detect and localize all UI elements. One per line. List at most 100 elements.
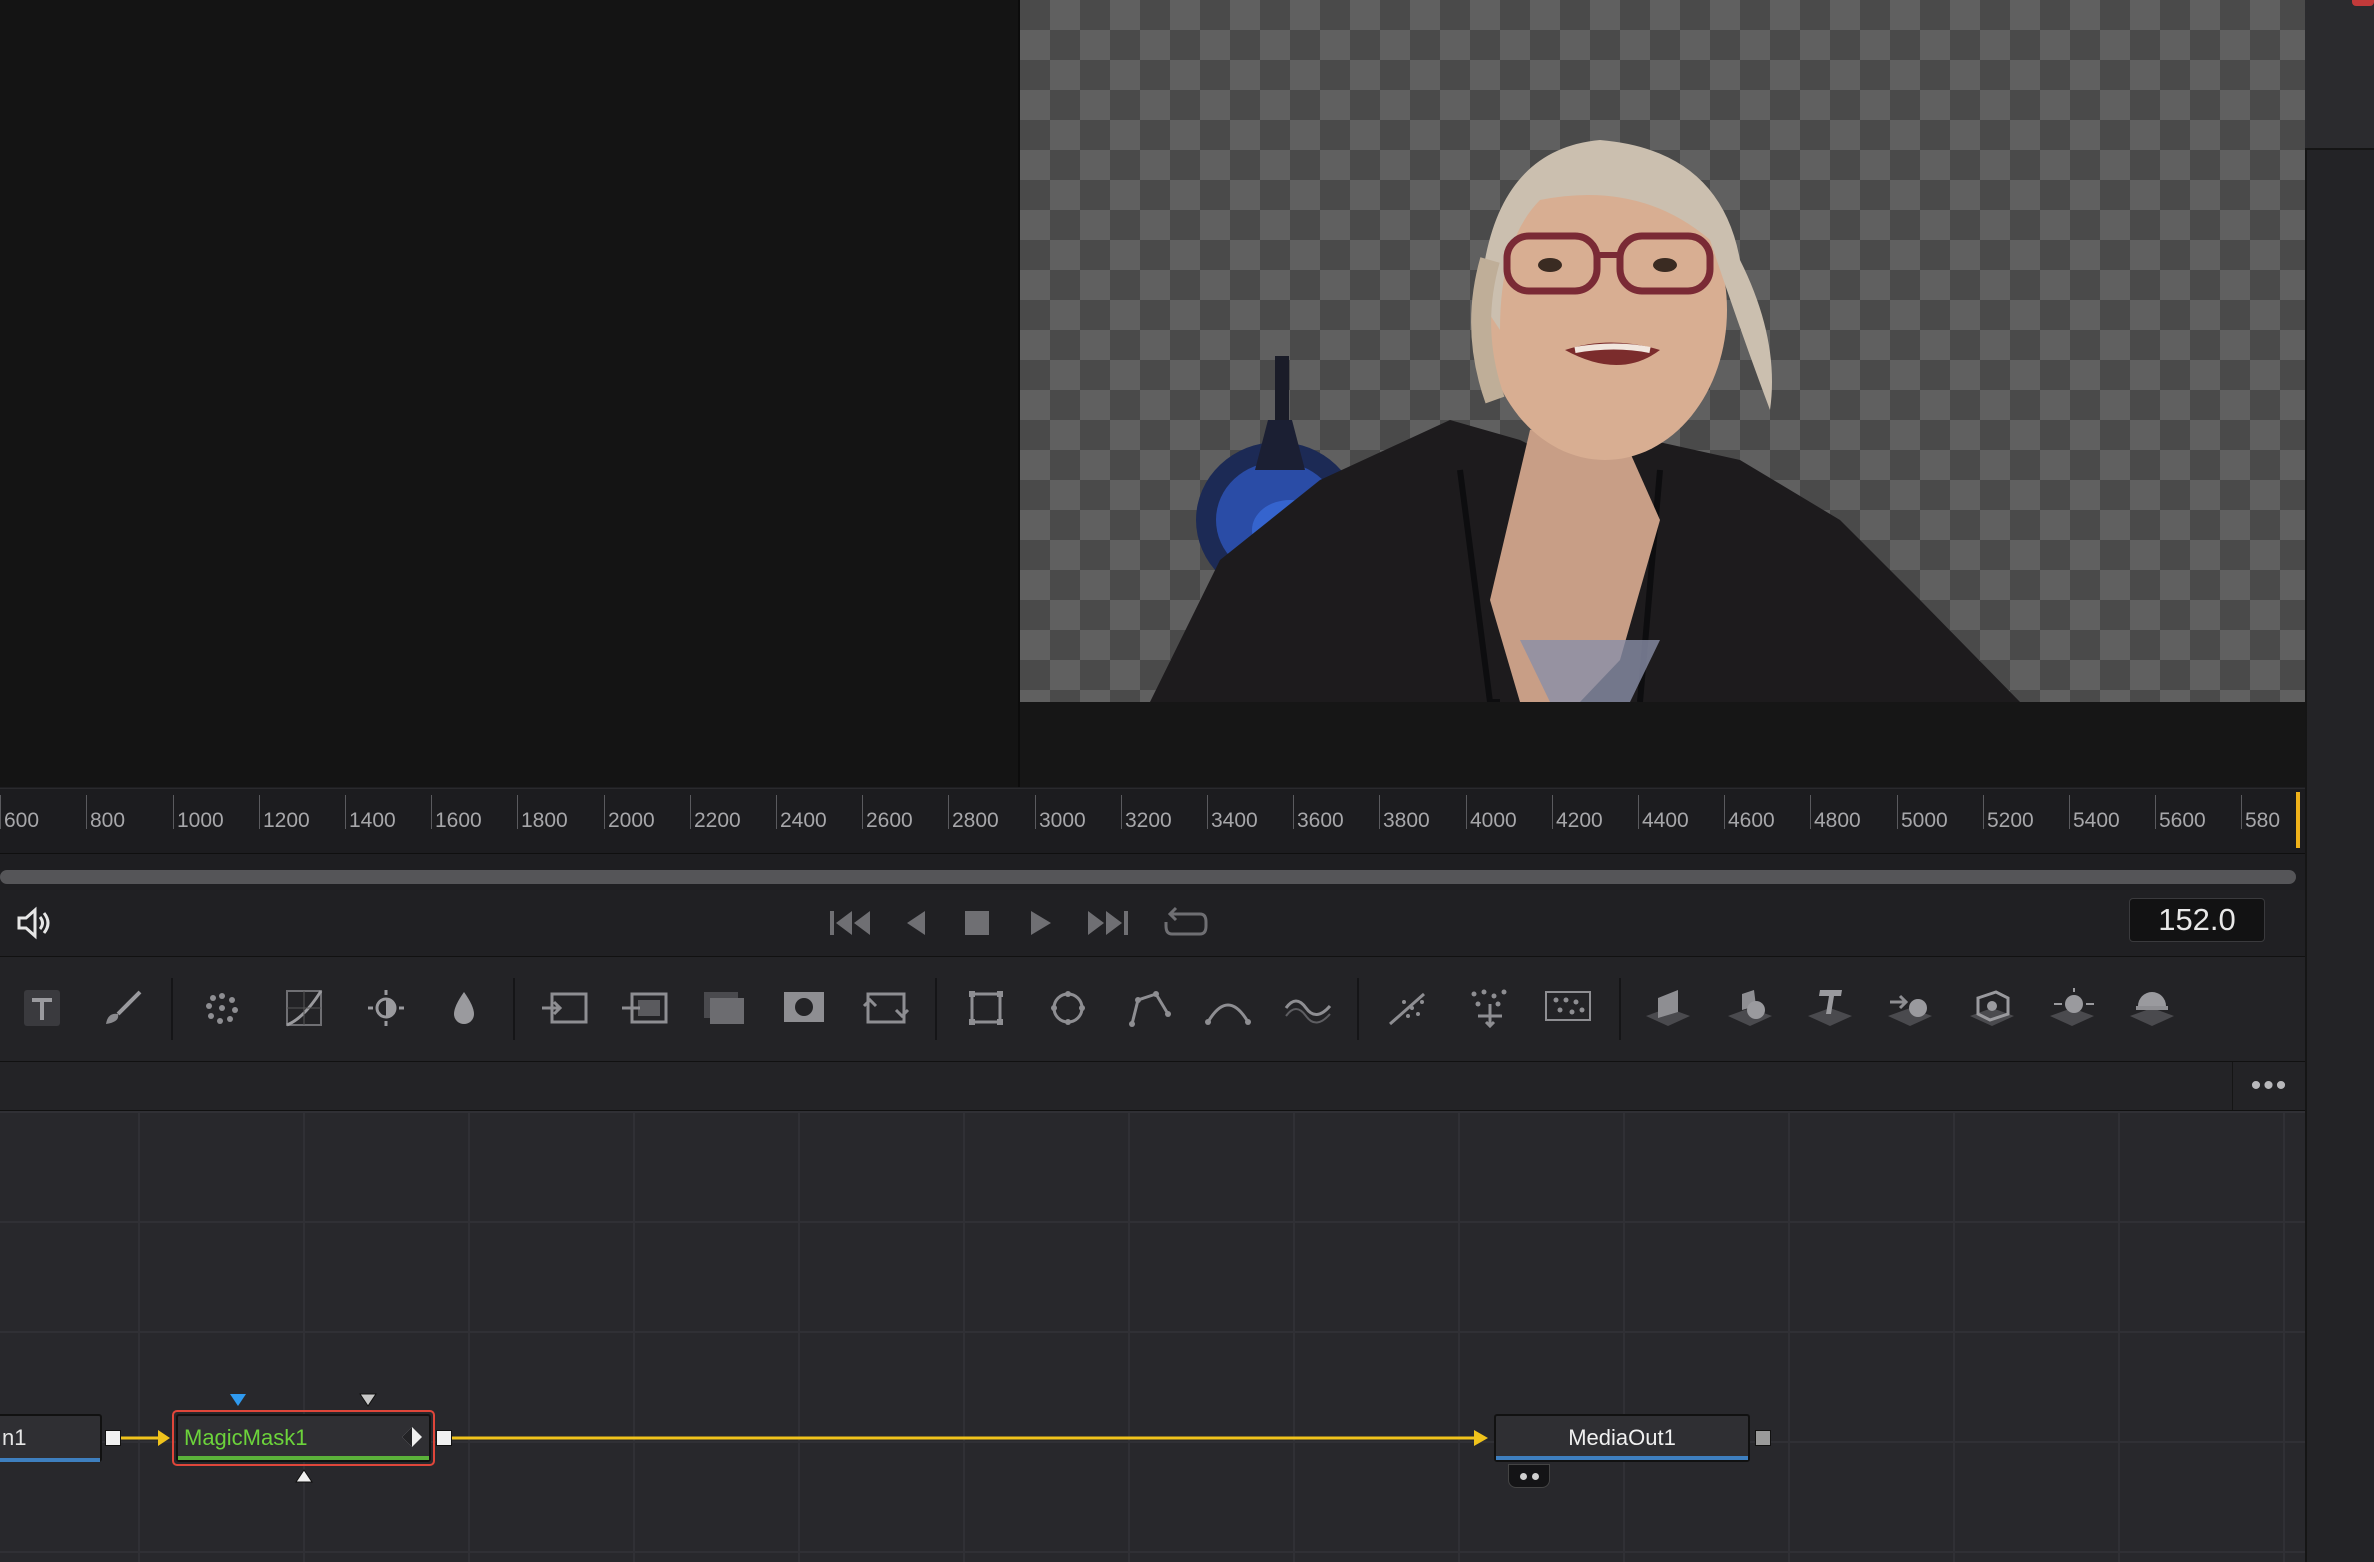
- node-magicmask-label: MagicMask1: [184, 1425, 308, 1450]
- ruler-tick-label: 1400: [349, 809, 396, 832]
- node-mediaout[interactable]: MediaOut1: [1494, 1414, 1750, 1462]
- ruler-tick-label: 2400: [780, 809, 827, 832]
- ruler-tick: [1724, 795, 1725, 829]
- viewer-dot-1: [1519, 1472, 1527, 1480]
- mask-input-blue-icon[interactable]: [228, 1392, 248, 1408]
- render-3d-icon[interactable]: [2124, 980, 2180, 1036]
- light-3d-icon[interactable]: [2044, 980, 2100, 1036]
- ruler-tick-label: 800: [90, 809, 126, 832]
- node-partial[interactable]: n1: [0, 1414, 102, 1462]
- matte-control-icon[interactable]: [776, 980, 832, 1036]
- merge-alt-icon[interactable]: [616, 980, 672, 1036]
- color-drop-icon[interactable]: [436, 980, 492, 1036]
- left-viewer[interactable]: [0, 0, 1018, 787]
- ruler-tick: [1035, 795, 1036, 829]
- ruler-tick: [1897, 795, 1898, 829]
- skip-to-start-icon[interactable]: [822, 898, 878, 948]
- ruler-tick-label: 3800: [1383, 809, 1430, 832]
- scrub-bar[interactable]: [0, 870, 2296, 884]
- node-mediaout-label: MediaOut1: [1568, 1425, 1676, 1450]
- channel-booleans-icon[interactable]: [696, 980, 752, 1036]
- ruler-tick-label: 600: [4, 809, 40, 832]
- toolbar-divider: [935, 978, 937, 1040]
- text-3d-icon[interactable]: [1802, 980, 1858, 1036]
- merge-3d-icon[interactable]: [1722, 980, 1778, 1036]
- ruler-tick: [776, 795, 777, 829]
- text-tool-icon[interactable]: [14, 980, 70, 1036]
- particle-emitter-icon[interactable]: [1380, 980, 1436, 1036]
- wave-mask-icon[interactable]: [1280, 980, 1336, 1036]
- viewer-dot-2: [1531, 1472, 1539, 1480]
- node-partial-output[interactable]: [105, 1430, 121, 1446]
- red-indicator: [2352, 0, 2374, 6]
- transport-bar: [0, 890, 2305, 957]
- play-icon[interactable]: [1021, 898, 1061, 948]
- ruler-tick-label: 2200: [694, 809, 741, 832]
- ruler-tick-label: 1600: [435, 809, 482, 832]
- timecode-field[interactable]: 152.0: [2129, 898, 2265, 942]
- skip-to-end-icon[interactable]: [1080, 898, 1136, 948]
- ruler-tick-label: 4800: [1814, 809, 1861, 832]
- keyframe-icon[interactable]: [400, 1425, 424, 1449]
- ruler-tick: [1379, 795, 1380, 829]
- ruler-tick-label: 3400: [1211, 809, 1258, 832]
- toolbar-divider: [513, 978, 515, 1040]
- ruler-tick: [690, 795, 691, 829]
- ruler-tick: [1466, 795, 1467, 829]
- ruler-tick-label: 3000: [1039, 809, 1086, 832]
- ruler-tick: [604, 795, 605, 829]
- ruler-tick: [517, 795, 518, 829]
- playhead[interactable]: [2296, 792, 2300, 848]
- more-options-button[interactable]: •••: [2232, 1062, 2306, 1110]
- step-back-icon[interactable]: [895, 898, 935, 948]
- loop-icon[interactable]: [1158, 898, 1214, 948]
- ruler-tick: [2069, 795, 2070, 829]
- mask-input-icon[interactable]: [358, 1392, 378, 1408]
- ruler-tick-label: 3600: [1297, 809, 1344, 832]
- node-magicmask[interactable]: MagicMask1: [176, 1414, 431, 1462]
- camera-3d-icon[interactable]: [1882, 980, 1938, 1036]
- ruler-tick-label: 2800: [952, 809, 999, 832]
- mediaout-output[interactable]: [1755, 1430, 1771, 1446]
- particle-grid-icon[interactable]: [1540, 980, 1596, 1036]
- polygon-mask-icon[interactable]: [1120, 980, 1176, 1036]
- ruler-tick-label: 2600: [866, 809, 913, 832]
- particles-icon[interactable]: [194, 980, 250, 1036]
- ruler-tick: [431, 795, 432, 829]
- shape-3d-icon[interactable]: [1640, 980, 1696, 1036]
- ruler-tick-label: 5200: [1987, 809, 2034, 832]
- ruler-tick-label: 4000: [1470, 809, 1517, 832]
- curves-icon[interactable]: [276, 980, 332, 1036]
- ellipse-mask-icon[interactable]: [1040, 980, 1096, 1036]
- magicmask-output[interactable]: [436, 1430, 452, 1446]
- ruler-tick: [1121, 795, 1122, 829]
- ruler-tick: [1638, 795, 1639, 829]
- ruler-tick-label: 1200: [263, 809, 310, 832]
- effect-input-icon[interactable]: [294, 1468, 314, 1484]
- node-editor-header: [0, 1062, 2305, 1111]
- ruler-tick-label: 5400: [2073, 809, 2120, 832]
- ruler-tick: [173, 795, 174, 829]
- ruler-tick: [1810, 795, 1811, 829]
- transform-icon[interactable]: [858, 980, 914, 1036]
- brightness-contrast-icon[interactable]: [358, 980, 414, 1036]
- ruler-tick: [2155, 795, 2156, 829]
- toolbar-divider: [171, 978, 173, 1040]
- image-plane-3d-icon[interactable]: [1964, 980, 2020, 1036]
- time-ruler[interactable]: 600 800 1000 1200 1400 1600 1800 2000 2200 2400 26…: [0, 788, 2305, 854]
- stop-icon[interactable]: [957, 898, 997, 948]
- right-side-panel: [2305, 0, 2374, 1562]
- merge-icon[interactable]: [536, 980, 592, 1036]
- toolbar-divider: [1357, 978, 1359, 1040]
- audio-icon[interactable]: [10, 898, 60, 948]
- viewer-indicator[interactable]: [1508, 1464, 1550, 1488]
- ruler-tick: [0, 795, 1, 829]
- ruler-tick-label: 4400: [1642, 809, 1689, 832]
- node-connections: [118, 1430, 1488, 1446]
- particle-render-icon[interactable]: [1462, 980, 1518, 1036]
- bspline-mask-icon[interactable]: [1200, 980, 1256, 1036]
- rectangle-mask-icon[interactable]: [958, 980, 1014, 1036]
- ruler-tick: [1293, 795, 1294, 829]
- ruler-tick: [1552, 795, 1553, 829]
- paint-tool-icon[interactable]: [94, 980, 150, 1036]
